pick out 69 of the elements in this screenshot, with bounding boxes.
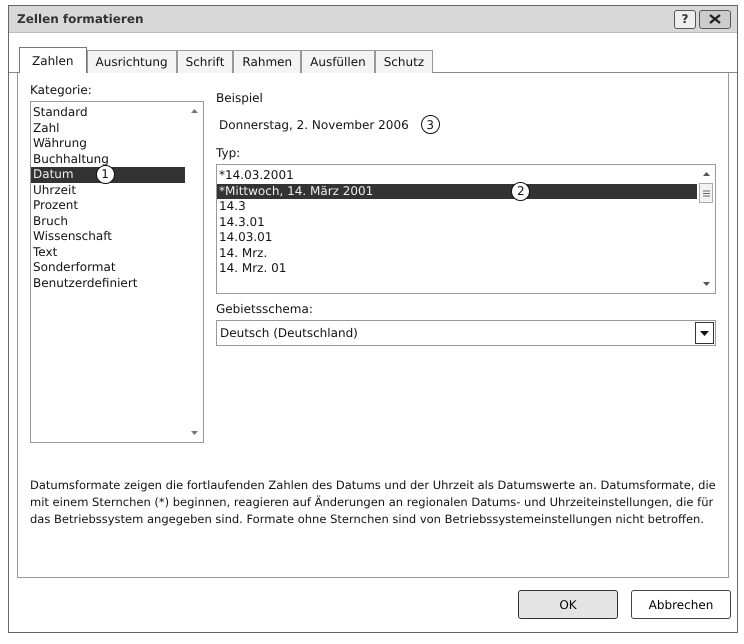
tab[interactable]: Schrift bbox=[176, 50, 234, 73]
item-label: 14. Mrz. 01 bbox=[219, 261, 286, 276]
tab[interactable]: Schutz bbox=[374, 50, 434, 73]
list-item[interactable]: 14.3 bbox=[217, 199, 697, 214]
list-item[interactable]: 14.03.01 bbox=[217, 230, 697, 246]
item-label: *Mittwoch, 14. März 2001 bbox=[219, 184, 374, 199]
field-label: Kategorie: bbox=[30, 83, 93, 97]
list-item[interactable]: Text bbox=[31, 244, 185, 260]
list-item[interactable]: Buchhaltung bbox=[31, 152, 185, 167]
close-button[interactable] bbox=[699, 10, 731, 28]
item-label: Uhrzeit bbox=[33, 182, 76, 198]
tab[interactable]: Rahmen bbox=[233, 50, 302, 73]
list-item[interactable]: Sonderformat bbox=[31, 260, 185, 276]
list-item[interactable]: Standard bbox=[31, 105, 185, 120]
item-label: 14.03.01 bbox=[219, 230, 272, 246]
callout-number: 1 bbox=[96, 165, 115, 184]
item-label: Standard bbox=[33, 105, 88, 120]
scroll-up-icon[interactable] bbox=[702, 171, 710, 177]
locale-dropdown[interactable]: Deutsch (Deutschland) bbox=[216, 320, 716, 346]
item-label: 14. Mrz. bbox=[219, 246, 268, 261]
tab[interactable]: Ausrichtung bbox=[86, 50, 177, 73]
list-item[interactable]: Datum 1 bbox=[31, 167, 185, 182]
item-label: Sonderformat bbox=[33, 260, 116, 276]
caret-icon[interactable] bbox=[700, 330, 709, 336]
item-label: Text bbox=[33, 244, 58, 260]
list-item[interactable]: Zahl bbox=[31, 120, 185, 136]
scroll-down-icon[interactable] bbox=[702, 281, 710, 287]
item-label: Zahl bbox=[33, 120, 60, 136]
item-label: 14.3.01 bbox=[219, 214, 265, 230]
dropdown-button[interactable] bbox=[695, 322, 714, 344]
item-label: Bruch bbox=[33, 214, 68, 229]
list-item[interactable]: Wissenschaft bbox=[31, 229, 185, 244]
field-label: Typ: bbox=[216, 146, 242, 160]
tab[interactable]: Zahlen bbox=[19, 47, 87, 73]
ok-button[interactable]: OK bbox=[518, 590, 618, 619]
item-label: Währung bbox=[33, 136, 87, 152]
scroll-down-icon[interactable] bbox=[190, 430, 198, 436]
item-label: 14.3 bbox=[219, 199, 246, 214]
list-item[interactable]: Uhrzeit bbox=[31, 182, 185, 198]
list-item[interactable]: Benutzerdefiniert bbox=[31, 276, 185, 291]
grip-icon[interactable] bbox=[702, 190, 710, 196]
cancel-button[interactable]: Abbrechen bbox=[631, 590, 731, 619]
field-label: Gebietsschema: bbox=[216, 302, 314, 316]
item-label: Prozent bbox=[33, 198, 78, 214]
item-label: Buchhaltung bbox=[33, 152, 109, 167]
scroll-thumb[interactable] bbox=[699, 183, 713, 203]
description-text: Datumsformate zeigen die fortlaufenden Zahlen des Datums und der Uhrzeit als Datumswerte an. Datumsformate, die mit einem Sternchen (*) beginnen, reagieren auf Änderungen an regionalen Datums- und Uhrzeiteinstellungen, die für das Betriebssystem angegeben sind. Formate ohne Sternchen sind von Betriebssystemeinstellungen nicht betroffen. bbox=[30, 477, 716, 528]
item-label: Datum bbox=[33, 167, 74, 182]
list-item[interactable]: 14.3.01 bbox=[217, 214, 697, 230]
close-icon[interactable] bbox=[709, 14, 721, 24]
scroll-up-icon[interactable] bbox=[190, 108, 198, 114]
item-label: Benutzerdefiniert bbox=[33, 276, 138, 291]
tab[interactable]: Ausfüllen bbox=[301, 50, 375, 73]
item-label: Wissenschaft bbox=[33, 229, 112, 244]
list-item[interactable]: 14. Mrz. bbox=[217, 246, 697, 261]
item-label: *14.03.2001 bbox=[219, 168, 294, 184]
sample-text: Donnerstag, 2. November 2006 bbox=[219, 118, 409, 132]
window-title: Zellen formatieren bbox=[17, 12, 144, 26]
callout-number: 3 bbox=[420, 115, 440, 134]
help-button[interactable]: ? bbox=[674, 10, 696, 28]
group-label: Beispiel bbox=[216, 91, 264, 105]
list-item[interactable]: *Mittwoch, 14. März 2001 2 bbox=[217, 184, 697, 199]
list-item[interactable]: *14.03.2001 bbox=[217, 168, 697, 184]
list-item[interactable]: Bruch bbox=[31, 214, 185, 229]
callout-number: 2 bbox=[511, 182, 530, 201]
list-item[interactable]: 14. Mrz. 01 bbox=[217, 261, 697, 276]
list-item[interactable]: Prozent bbox=[31, 198, 185, 214]
list-item[interactable]: Währung bbox=[31, 136, 185, 152]
dropdown-value: Deutsch (Deutschland) bbox=[220, 326, 358, 340]
